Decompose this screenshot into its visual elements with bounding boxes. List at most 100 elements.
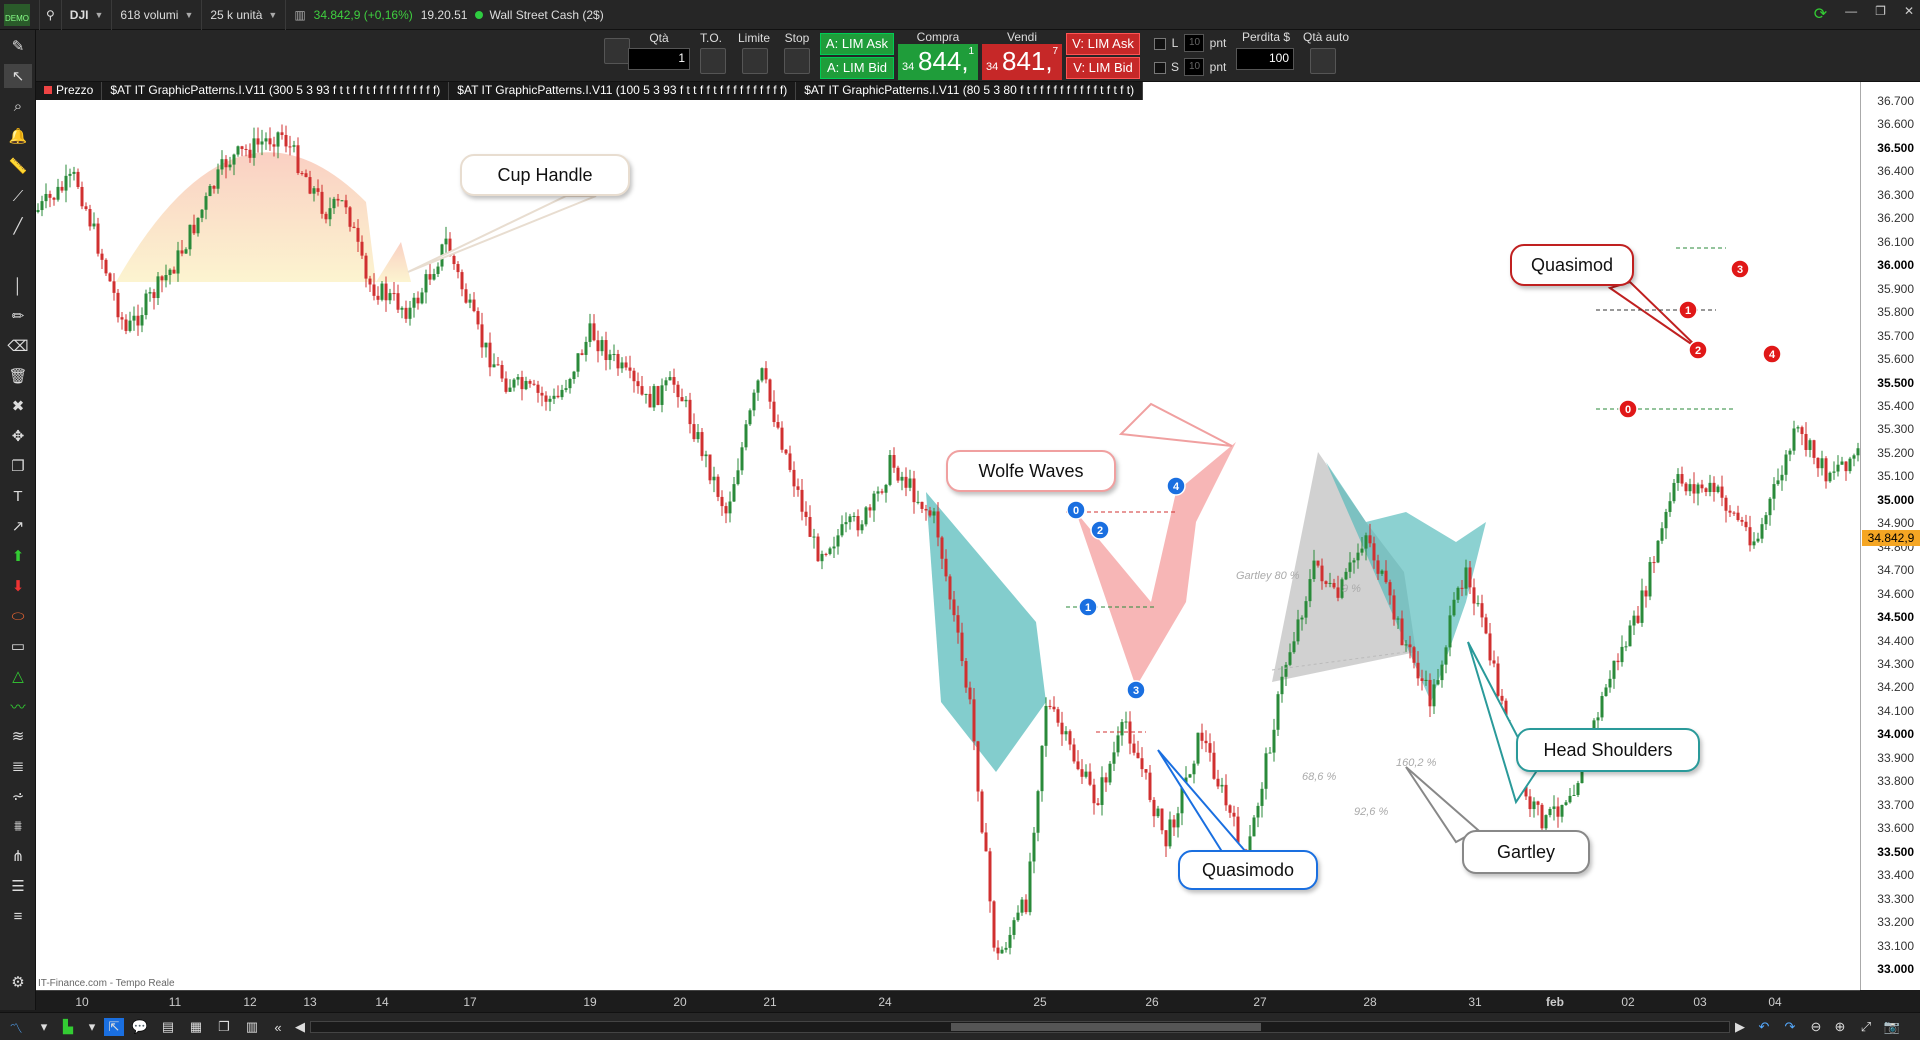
chart-type-icon[interactable]: 〽	[6, 1018, 26, 1036]
eraser-icon[interactable]: ⌫	[4, 334, 32, 358]
units-select[interactable]: 25 k unità ▼	[202, 0, 287, 30]
ruler-icon[interactable]: 📏	[4, 154, 32, 178]
pitchfork-icon[interactable]: ⋔	[4, 844, 32, 868]
chat-icon[interactable]: 💬	[130, 1018, 150, 1036]
candle-body	[744, 424, 748, 448]
bell-icon[interactable]: 🔔	[4, 124, 32, 148]
candle-body	[404, 307, 408, 319]
short-pts-input[interactable]: 10	[1184, 58, 1204, 76]
horizontal-scrollbar[interactable]	[310, 1021, 1730, 1033]
cycles-icon[interactable]: ☰	[4, 874, 32, 898]
wrench-icon[interactable]	[604, 38, 630, 64]
tools-icon[interactable]: ✖	[4, 394, 32, 418]
candle-body	[1564, 802, 1568, 805]
pen-icon[interactable]: ✎	[4, 34, 32, 58]
line-icon[interactable]: ╱	[4, 214, 32, 238]
candle-body	[1436, 680, 1440, 685]
chart-area[interactable]: 0 1 2 3 4 0 1 2 3 4 Gartley 80 % 68,6 % 92,6 % 160,2 …	[36, 82, 1920, 990]
candles-icon[interactable]: ▙	[58, 1018, 78, 1036]
candle-body	[868, 507, 872, 511]
ellipse-icon[interactable]: ⬭	[4, 604, 32, 628]
rectangle-icon[interactable]: ▭	[4, 634, 32, 658]
symbol-select[interactable]: DJI ▼	[62, 0, 113, 30]
share-icon[interactable]: ⇱	[104, 1018, 124, 1036]
to-icon[interactable]	[700, 48, 726, 74]
segment-icon[interactable]: ⟋	[4, 184, 32, 208]
sell-price-button[interactable]: 34 841, 7	[982, 44, 1062, 80]
undo-icon[interactable]: ↶	[1754, 1018, 1774, 1036]
vertical-line-icon[interactable]: │	[4, 274, 32, 298]
candle-body	[1732, 512, 1736, 514]
arrow-down-icon[interactable]: ⬇	[4, 574, 32, 598]
auto-qty-icon[interactable]	[1310, 48, 1336, 74]
candle-body	[968, 687, 972, 700]
fibonacci-icon[interactable]: ≋	[4, 724, 32, 748]
expand-icon[interactable]: ⤢	[1856, 1018, 1876, 1036]
candle-body	[1680, 474, 1684, 484]
refresh-icon[interactable]: ⟳	[1814, 4, 1827, 24]
copy-icon[interactable]: ❐	[4, 454, 32, 478]
scroll-start-icon[interactable]: ◀	[290, 1018, 310, 1036]
legend-item-indicator-1[interactable]: $AT IT GraphicPatterns.I.V11 (300 5 3 93…	[102, 82, 450, 100]
cursor-icon[interactable]: ↖	[4, 64, 32, 88]
link-icon[interactable]: ⚲	[40, 0, 62, 30]
time-axis[interactable]: 10 11 12 13 14 17 19 20 21 24 25 26 27 28 31 feb 02 03 04	[36, 990, 1860, 1012]
legend-item-price[interactable]: Prezzo	[36, 82, 103, 100]
sell-lim-ask-button[interactable]: V: LIM Ask	[1066, 33, 1140, 55]
qty-input[interactable]: 1	[628, 48, 690, 70]
trash-icon[interactable]: 🗑	[4, 364, 32, 388]
move-icon[interactable]: ✥	[4, 424, 32, 448]
chevron-down-icon[interactable]: ▾	[82, 1018, 102, 1036]
scrollbar-thumb[interactable]	[951, 1023, 1261, 1031]
gann-icon[interactable]: ⩩	[4, 814, 32, 838]
volume-select[interactable]: 618 volumi ▼	[112, 0, 203, 30]
long-checkbox[interactable]	[1154, 38, 1166, 50]
price-tick-label: 33.100	[1877, 938, 1914, 953]
sell-lim-bid-button[interactable]: V: LIM Bid	[1066, 57, 1140, 79]
price-tick-label: 35.800	[1877, 305, 1914, 320]
candle-body	[108, 273, 112, 282]
zoom-in-icon[interactable]: ⊕	[1830, 1018, 1850, 1036]
candle-body	[1832, 471, 1836, 473]
buy-lim-ask-button[interactable]: A: LIM Ask	[820, 33, 894, 55]
chevron-down-icon[interactable]: ▾	[34, 1018, 54, 1036]
pencil-icon[interactable]: ✏	[4, 304, 32, 328]
text-icon[interactable]: T	[4, 484, 32, 508]
restore-icon[interactable]: ❐	[1875, 4, 1886, 24]
price-tick-label: 36.600	[1877, 117, 1914, 132]
candle-body	[992, 901, 996, 948]
stop-icon[interactable]	[784, 48, 810, 74]
minimize-icon[interactable]: —	[1845, 4, 1857, 24]
legend-item-indicator-2[interactable]: $AT IT GraphicPatterns.I.V11 (100 5 3 93…	[449, 82, 797, 100]
buy-lim-bid-button[interactable]: A: LIM Bid	[820, 57, 894, 79]
candle-body	[720, 496, 724, 507]
redo-icon[interactable]: ↷	[1780, 1018, 1800, 1036]
bars-icon[interactable]: ▥	[242, 1018, 262, 1036]
levels-icon[interactable]: ≡	[4, 904, 32, 928]
clock-time: 19.20.51	[420, 7, 468, 22]
fibo-fan-icon[interactable]: ≣	[4, 754, 32, 778]
candle-body	[1008, 934, 1012, 948]
scroll-left-icon[interactable]: «	[268, 1018, 288, 1036]
loss-input[interactable]: 100	[1236, 48, 1294, 70]
settings-icon[interactable]: ⚙	[4, 970, 32, 994]
long-label: L	[1171, 36, 1179, 50]
close-icon[interactable]: ✕	[1904, 4, 1914, 24]
grid-icon[interactable]: ▦	[186, 1018, 206, 1036]
arrow-icon[interactable]: ↗	[4, 514, 32, 538]
camera-icon[interactable]: 📷	[1882, 1018, 1902, 1036]
long-pts-input[interactable]: 10	[1184, 34, 1204, 52]
table-icon[interactable]: ▤	[158, 1018, 178, 1036]
zoom-out-icon[interactable]: ⊖	[1806, 1018, 1826, 1036]
windows-icon[interactable]: ❐	[214, 1018, 234, 1036]
wave-icon[interactable]: 〰	[4, 694, 32, 718]
legend-item-indicator-3[interactable]: $AT IT GraphicPatterns.I.V11 (80 5 3 80 …	[796, 82, 1144, 100]
triangle-icon[interactable]: △	[4, 664, 32, 688]
arrow-up-icon[interactable]: ⬆	[4, 544, 32, 568]
scroll-end-icon[interactable]: ▶	[1730, 1018, 1750, 1036]
limit-icon[interactable]	[742, 48, 768, 74]
buy-price-button[interactable]: 34 844, 1	[898, 44, 978, 80]
zoom-icon[interactable]: ⌕	[4, 94, 32, 118]
channel-icon[interactable]: ⩫	[4, 784, 32, 808]
short-checkbox[interactable]	[1154, 62, 1166, 74]
